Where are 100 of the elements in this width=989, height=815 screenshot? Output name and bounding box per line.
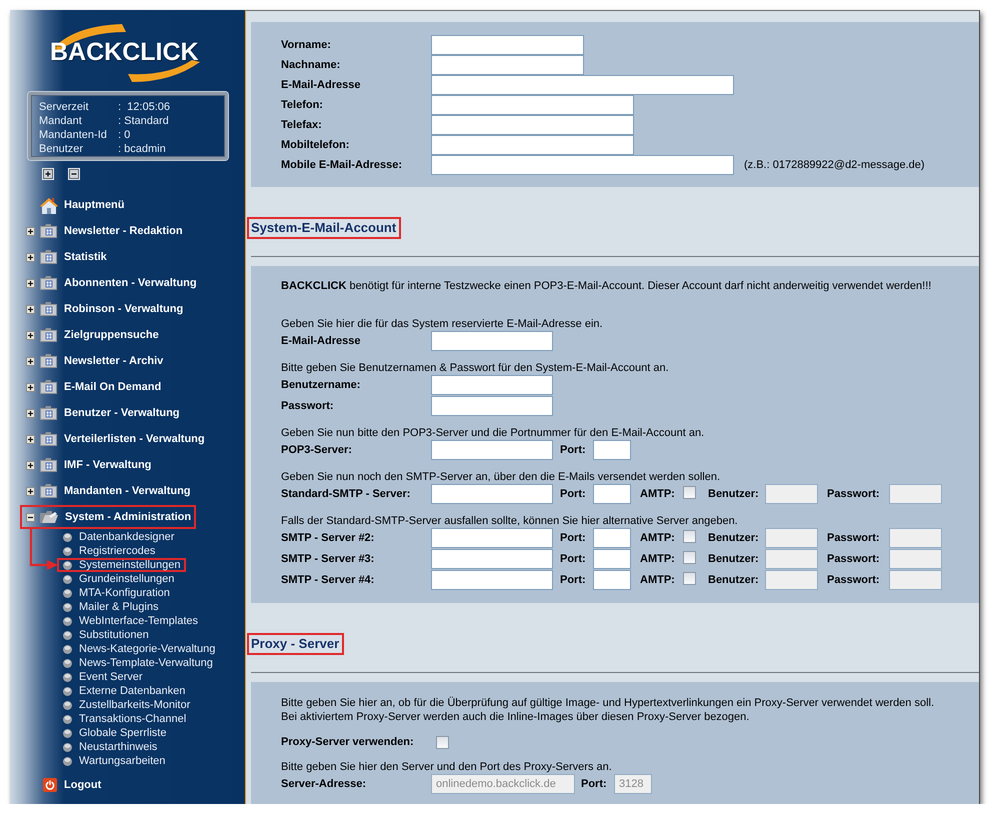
field-label: E-Mail-Adresse [281, 79, 362, 91]
menu-item[interactable]: Robinson - Verwaltung [20, 297, 188, 321]
power-icon [43, 778, 57, 792]
plus-icon[interactable] [26, 460, 35, 470]
input-field[interactable] [431, 331, 553, 351]
bullet-icon [63, 574, 72, 584]
plus-icon[interactable] [26, 408, 35, 418]
submenu-item[interactable]: MTA-Konfiguration [57, 586, 175, 600]
menu-item[interactable]: Zielgruppensuche [20, 323, 164, 347]
submenu-item[interactable]: WebInterface-Templates [57, 614, 204, 628]
field-label: SMTP - Server #2: [281, 532, 376, 544]
open-folder-icon [40, 510, 58, 524]
input-field[interactable] [431, 396, 553, 416]
submenu-item[interactable]: Globale Sperrliste [57, 726, 172, 740]
minus-icon[interactable] [26, 512, 35, 522]
folder-icon [40, 276, 57, 290]
input-field[interactable] [431, 375, 553, 395]
menu-item[interactable]: Statistik [20, 245, 112, 269]
info-value: : bcadmin [118, 142, 167, 156]
submenu-item[interactable]: News-Template-Verwaltung [57, 656, 218, 670]
input-field[interactable] [431, 549, 553, 569]
field-label: Benutzer: [708, 532, 760, 544]
info-label: Mandant [39, 114, 83, 128]
menu-item[interactable]: Newsletter - Redaktion [20, 219, 188, 243]
plus-icon[interactable] [26, 486, 35, 496]
field-label: SMTP - Server #4: [281, 574, 376, 586]
bullet-icon [63, 686, 72, 696]
folder-icon [40, 406, 57, 420]
section-heading: Proxy - Server [247, 633, 344, 655]
input-field[interactable] [431, 115, 634, 135]
folder-icon [40, 224, 57, 238]
menu-item[interactable]: Newsletter - Archiv [20, 349, 168, 373]
submenu-item[interactable]: Event Server [57, 670, 148, 684]
menu-item[interactable]: E-Mail On Demand [20, 375, 166, 399]
plus-icon[interactable] [26, 330, 35, 340]
menu-item[interactable]: Abonnenten - Verwaltung [20, 271, 202, 295]
submenu-item[interactable]: Transaktions-Channel [57, 712, 192, 726]
info-label: Serverzeit [39, 100, 90, 114]
plus-icon[interactable] [26, 278, 35, 288]
info-value: : Standard [118, 114, 170, 128]
input-field[interactable] [593, 528, 631, 548]
minus-icon[interactable] [68, 168, 80, 180]
submenu-item[interactable]: News-Kategorie-Verwaltung [57, 642, 220, 656]
checkbox[interactable] [436, 736, 449, 748]
logo-text: BACKCLICK [50, 40, 200, 65]
plus-icon[interactable] [42, 168, 54, 180]
plus-icon[interactable] [26, 226, 35, 236]
input-field[interactable] [431, 155, 734, 175]
input-field[interactable] [431, 484, 553, 504]
input-field[interactable] [431, 75, 734, 95]
input-field[interactable] [431, 570, 553, 590]
submenu-item[interactable]: Grundeinstellungen [57, 572, 180, 586]
field-label: Vorname: [281, 39, 332, 51]
submenu-item[interactable]: Neustarthinweis [57, 740, 162, 754]
field-label: Passwort: [827, 532, 881, 544]
menu-item[interactable]: Mandanten - Verwaltung [20, 479, 196, 503]
info-value: : 0 [118, 128, 132, 142]
plus-icon[interactable] [26, 304, 35, 314]
menu-item[interactable]: Hauptmenü [20, 193, 130, 217]
submenu-item[interactable]: Datenbankdesigner [57, 530, 180, 544]
input-field[interactable] [593, 484, 631, 504]
menu-item[interactable]: Verteilerlisten - Verwaltung [20, 427, 210, 451]
plus-icon[interactable] [26, 382, 35, 392]
checkbox[interactable] [683, 530, 696, 543]
input-field[interactable] [593, 549, 631, 569]
field-label: Nachname: [281, 59, 342, 71]
hint-text: Bitte geben Sie Benutzernamen & Passwort für den System-E-Mail-Account an. [281, 362, 670, 375]
input-field[interactable] [431, 55, 584, 75]
checkbox[interactable] [683, 486, 696, 499]
bullet-icon [63, 728, 72, 738]
menu-item[interactable]: IMF - Verwaltung [20, 453, 156, 477]
field-label: Port: [560, 553, 587, 565]
input-field[interactable] [431, 135, 634, 155]
menu-item[interactable]: System - Administration [20, 505, 196, 529]
plus-icon[interactable] [26, 356, 35, 366]
plus-icon[interactable] [26, 434, 35, 444]
menu-item[interactable]: Benutzer - Verwaltung [20, 401, 185, 425]
plus-icon[interactable] [26, 252, 35, 262]
info-label: Mandanten-Id [39, 128, 108, 142]
swoosh-icon [128, 60, 200, 82]
checkbox[interactable] [683, 572, 696, 585]
input-field[interactable] [431, 95, 634, 115]
submenu-item[interactable]: Externe Datenbanken [57, 684, 190, 698]
submenu-item[interactable]: Systemeinstellungen [57, 558, 186, 572]
folder-icon [40, 302, 57, 316]
input-field[interactable] [431, 35, 584, 55]
submenu-item[interactable]: Substitutionen [57, 628, 154, 642]
submenu-item[interactable]: Zustellbarkeits-Monitor [57, 698, 196, 712]
input-field[interactable] [593, 440, 631, 460]
submenu-item[interactable]: Registriercodes [57, 544, 160, 558]
input-field[interactable] [431, 440, 553, 460]
input-field[interactable] [593, 570, 631, 590]
bullet-icon [63, 588, 72, 598]
submenu-item[interactable]: Mailer & Plugins [57, 600, 164, 614]
field-label: Passwort: [827, 574, 881, 586]
checkbox[interactable] [683, 551, 696, 564]
input-field[interactable] [431, 528, 553, 548]
submenu-item[interactable]: Wartungsarbeiten [57, 754, 170, 768]
folder-icon [40, 380, 57, 394]
logout-link[interactable]: Logout [20, 773, 106, 797]
